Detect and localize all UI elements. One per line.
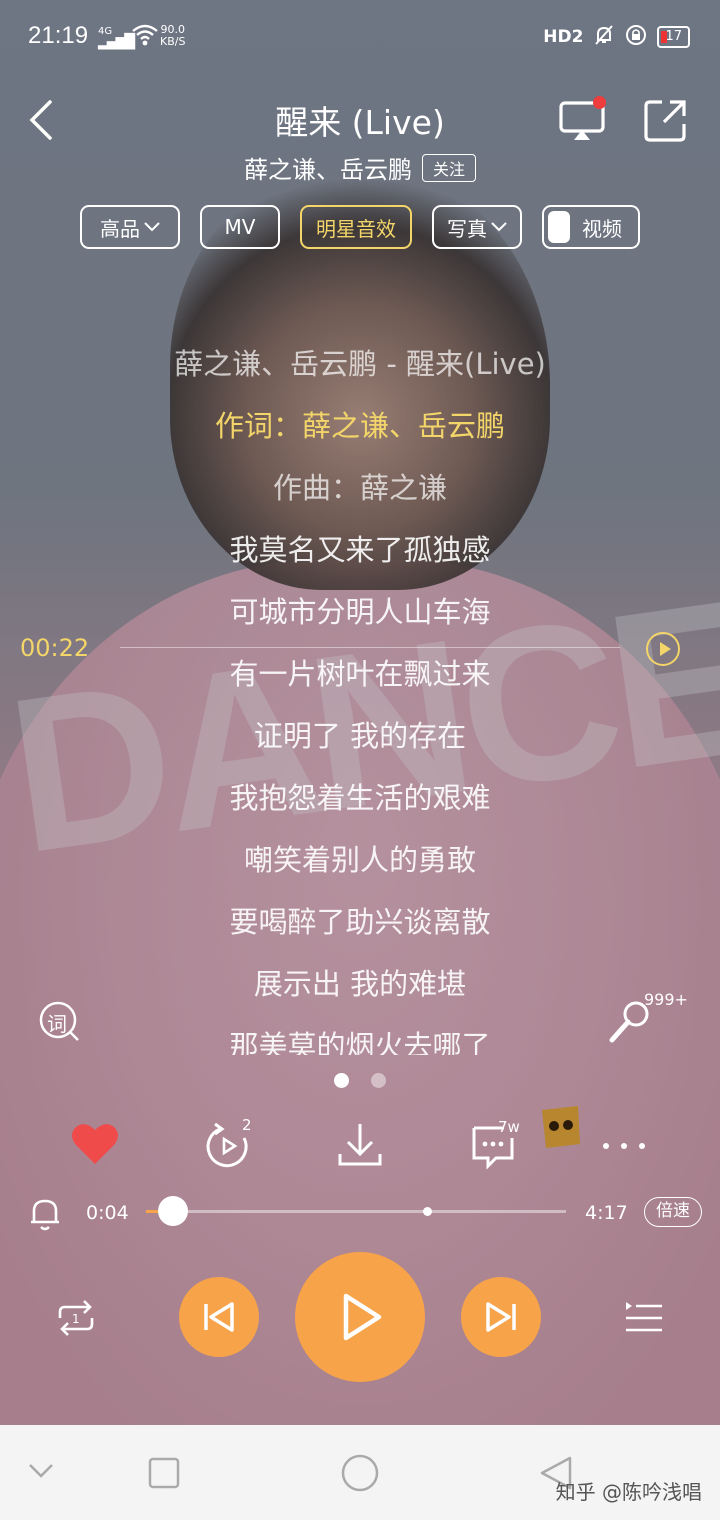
- cardboard-box-mascot-icon: [542, 1106, 580, 1148]
- video-toggle-switch: [548, 211, 570, 243]
- share-icon: [644, 100, 686, 142]
- watermark: 知乎 @陈吟浅唱: [555, 1480, 702, 1504]
- chevron-down-icon[interactable]: [28, 1463, 54, 1479]
- lock-rotation-icon: [625, 24, 647, 50]
- replay-badge: 2: [242, 1116, 252, 1134]
- bell-icon: [31, 1199, 59, 1231]
- playlist-button[interactable]: [622, 1296, 666, 1340]
- previous-button[interactable]: [179, 1277, 259, 1357]
- play-icon: [343, 1293, 382, 1341]
- page-indicator: [0, 1073, 720, 1088]
- chevron-down-icon: [144, 222, 160, 232]
- download-icon: [338, 1124, 382, 1166]
- lyric-icon-char: 词: [47, 1012, 67, 1036]
- lyric-seek-time: 00:22: [20, 634, 90, 662]
- sleep-timer-button[interactable]: [28, 1196, 62, 1232]
- lyric-line: 薛之谦、岳云鹏 - 醒来(Live): [174, 347, 546, 381]
- more-button[interactable]: [600, 1120, 652, 1172]
- playlist-icon: [626, 1302, 662, 1332]
- lyric-line: 有一片树叶在飘过来: [229, 657, 491, 691]
- page-dot-active[interactable]: [334, 1073, 349, 1088]
- download-button[interactable]: [334, 1120, 386, 1172]
- feature-chips: 高品 MV 明星音效 写真 视频: [80, 205, 640, 251]
- home-icon[interactable]: [340, 1453, 380, 1493]
- lyric-seek-line: [120, 647, 620, 648]
- battery-indicator: 17: [657, 26, 690, 48]
- page-dot[interactable]: [371, 1073, 386, 1088]
- lyric-line: 作词：薛之谦、岳云鹏: [214, 409, 505, 443]
- lyric-line: 嘲笑着别人的勇敢: [243, 843, 476, 877]
- svg-text:1: 1: [72, 1312, 80, 1326]
- comment-button[interactable]: 7w: [468, 1118, 520, 1172]
- replay-button[interactable]: 2: [202, 1116, 254, 1172]
- comment-badge: 7w: [498, 1118, 520, 1136]
- lyrics-panel[interactable]: 薛之谦、岳云鹏 - 醒来(Live) 作词：薛之谦、岳云鹏 作曲：薛之谦我莫名又来了…: [0, 340, 720, 1055]
- status-time: 21:19: [28, 22, 89, 49]
- next-button[interactable]: [461, 1277, 541, 1357]
- lyric-settings-button[interactable]: 词: [38, 1000, 80, 1042]
- recent-apps-icon[interactable]: [148, 1457, 180, 1489]
- share-button[interactable]: [642, 98, 688, 144]
- speed-unit: KB/S: [160, 35, 186, 48]
- photo-label: 写真: [447, 216, 487, 241]
- artist-row: 薛之谦、岳云鹏 关注: [0, 150, 720, 185]
- follow-button[interactable]: 关注: [421, 153, 476, 182]
- progress-slider[interactable]: [146, 1196, 566, 1226]
- lyric-line: 可城市分明人山车海: [229, 595, 491, 629]
- photo-selector[interactable]: 写真: [432, 205, 522, 249]
- lyric-line: 作曲：薛之谦: [272, 471, 447, 505]
- repeat-one-icon: 1: [58, 1300, 94, 1336]
- current-time: 0:04: [86, 1202, 129, 1224]
- pendant-decoration[interactable]: [538, 1104, 590, 1156]
- heart-icon: [72, 1124, 118, 1164]
- star-sound-effect-button[interactable]: 明星音效: [300, 205, 412, 249]
- song-title: 醒来 (Live): [275, 103, 445, 142]
- status-right-icons: HD2 17: [543, 24, 690, 50]
- repeat-mode-button[interactable]: 1: [54, 1296, 98, 1340]
- karaoke-count: 999+: [644, 990, 688, 1009]
- lyric-line: 要喝醉了助兴谈离散: [229, 905, 491, 939]
- more-dots-icon: [603, 1143, 645, 1149]
- video-toggle[interactable]: 视频: [542, 205, 640, 249]
- lyric-line: 证明了 我的存在: [253, 719, 467, 753]
- chevron-down-icon: [491, 222, 507, 232]
- quality-selector[interactable]: 高品: [80, 205, 180, 249]
- back-button[interactable]: [22, 96, 62, 144]
- lyric-line: 我抱怨着生活的艰难: [229, 781, 491, 815]
- quality-label: 高品: [100, 216, 140, 241]
- wifi-icon: [132, 24, 158, 50]
- progress-knob[interactable]: [157, 1196, 188, 1226]
- playback-speed-button[interactable]: 倍速: [644, 1197, 702, 1227]
- network-speed: 90.0 KB/S: [160, 24, 185, 48]
- action-row: 2 7w: [0, 1106, 720, 1180]
- system-navigation-bar: [0, 1425, 720, 1520]
- mute-bell-icon: [593, 24, 615, 50]
- lyric-seek-play-button[interactable]: [646, 632, 680, 666]
- play-button[interactable]: [295, 1252, 425, 1382]
- signal-indicator: 4G ▂▄▆█: [98, 26, 135, 50]
- mv-label: MV: [224, 215, 256, 239]
- status-bar: 21:19 4G ▂▄▆█ 90.0 KB/S HD2 17: [0, 0, 720, 72]
- mv-button[interactable]: MV: [200, 205, 280, 249]
- lyric-line: 我莫名又来了孤独感: [229, 533, 491, 567]
- cast-button[interactable]: [558, 96, 608, 144]
- skip-next-icon: [486, 1302, 516, 1332]
- skip-previous-icon: [204, 1302, 234, 1332]
- artist-names[interactable]: 薛之谦、岳云鹏: [244, 150, 412, 185]
- like-button[interactable]: [70, 1120, 122, 1172]
- star-sound-effect-label: 明星音效: [316, 216, 396, 241]
- video-label: 视频: [582, 216, 622, 241]
- duration: 4:17: [585, 1202, 628, 1224]
- signal-bars-icon: ▂▄▆█: [98, 34, 135, 50]
- chevron-left-icon: [29, 100, 52, 140]
- cast-notification-dot: [593, 96, 606, 109]
- hd-icon: HD2: [543, 27, 584, 47]
